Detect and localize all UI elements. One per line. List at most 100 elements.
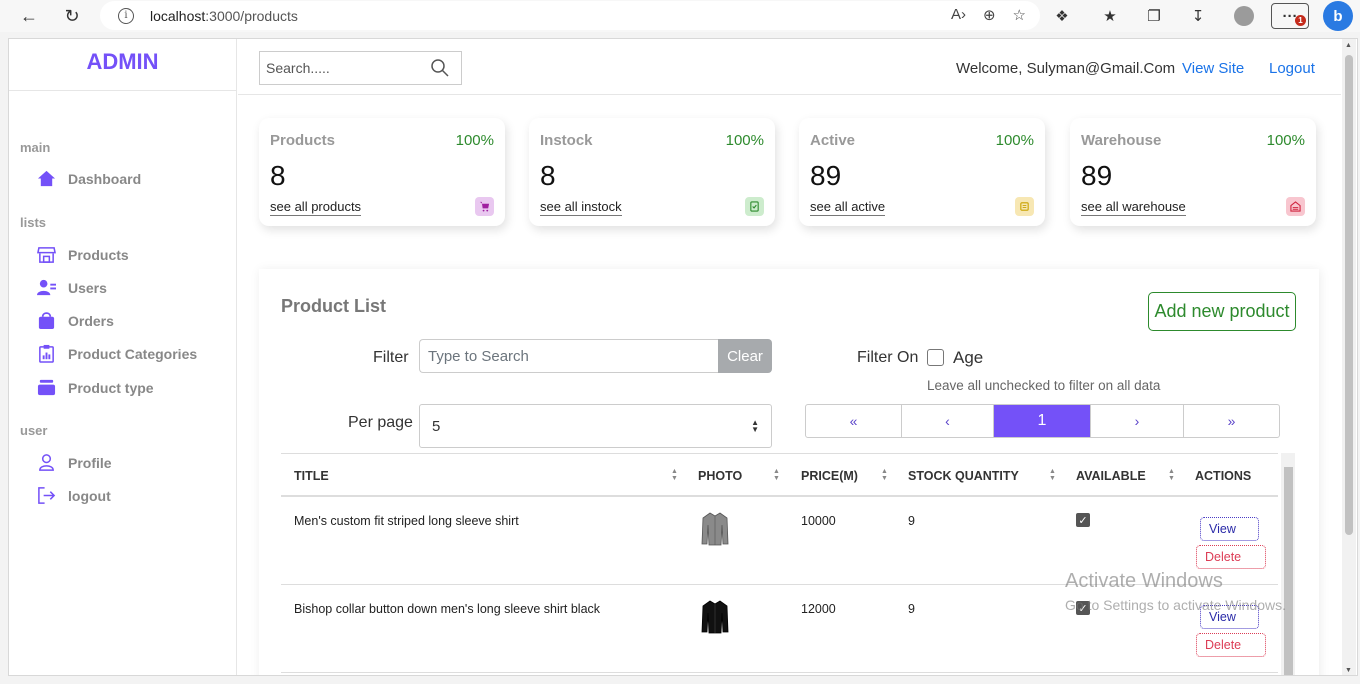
widget-link[interactable]: see all products [270,199,362,216]
sidebar-item-label: Product Categories [68,345,198,362]
sort-icon[interactable]: ▲ ▼ [773,468,780,482]
stock-icon [745,197,764,216]
watermark-line2: Go to Settings to activate Windows. [1065,597,1286,613]
widget-title: Active [810,132,856,149]
search-icon[interactable] [430,58,450,78]
url-path: :3000/products [205,7,298,24]
downloads-icon[interactable]: ↧ [1186,4,1210,28]
widget-warehouse: Warehouse 100% 89 see all warehouse [1070,118,1316,226]
windows-activation-watermark: Activate Windows Go to Settings to activ… [1065,570,1286,613]
page-scrollbar[interactable]: ▲ ▼ [1342,39,1356,675]
col-header-price[interactable]: PRICE(M) [801,469,858,483]
sidebar-item-profile[interactable]: Profile [37,453,112,472]
sidebar-item-label: logout [68,487,111,504]
next-page-button[interactable]: › [1091,405,1184,437]
favorites-icon[interactable]: ★ [1098,4,1122,28]
active-icon [1015,197,1034,216]
back-icon[interactable]: ← [14,1,44,31]
add-new-product-button[interactable]: Add new product [1148,292,1296,331]
store-icon [37,245,56,264]
page-1-button[interactable]: 1 [994,405,1091,437]
col-header-photo[interactable]: PHOTO [698,469,742,483]
extensions-icon[interactable]: ❖ [1050,4,1074,28]
sidebar-item-users[interactable]: Users [37,278,107,297]
col-header-title[interactable]: TITLE [294,469,329,483]
profile-avatar-icon[interactable] [1232,4,1256,28]
sidebar-item-product-categories[interactable]: Product Categories [37,344,197,363]
sidebar-item-dashboard[interactable]: Dashboard [37,169,141,188]
per-page-value: 5 [432,418,441,435]
prev-page-button[interactable]: ‹ [902,405,994,437]
search-box [259,51,462,85]
widget-value: 8 [270,160,286,191]
clear-button[interactable]: Clear [718,339,772,373]
top-navbar: Welcome, Sulyman@Gmail.Com View Site Log… [238,39,1341,95]
warehouse-icon [1286,197,1305,216]
watermark-line1: Activate Windows [1065,570,1223,592]
filter-input[interactable] [419,339,719,373]
info-icon[interactable]: i [118,7,134,24]
cell-price: 12000 [801,602,836,616]
bing-icon[interactable]: b [1323,1,1353,31]
col-header-available[interactable]: AVAILABLE [1076,469,1146,483]
sidebar-item-orders[interactable]: Orders [37,311,114,330]
per-page-select[interactable]: 5 ▲ ▼ [419,404,772,448]
table-scrollbar[interactable] [1281,453,1295,675]
age-checkbox[interactable] [927,349,944,366]
favorite-add-icon[interactable]: ☆ [1013,6,1026,24]
sort-icon[interactable]: ▲ ▼ [1168,468,1175,482]
sidebar-item-label: Orders [68,312,114,329]
sidebar-item-logout[interactable]: logout [37,486,111,505]
select-caret-icon: ▲ ▼ [751,418,759,434]
cell-title: Men's custom fit striped long sleeve shi… [294,514,519,528]
view-site-link[interactable]: View Site [1182,60,1244,77]
last-page-button[interactable]: » [1184,405,1279,437]
sort-icon[interactable]: ▲ ▼ [881,468,888,482]
widget-percent: 100% [725,132,764,149]
product-photo-black-shirt [701,600,729,634]
sort-icon[interactable]: ▲ ▼ [671,468,678,482]
widget-percent: 100% [455,132,494,149]
widget-percent: 100% [995,132,1034,149]
app-logo[interactable]: ADMIN [9,39,236,91]
sidebar-item-label: Dashboard [68,170,142,187]
cell-price: 10000 [801,514,836,528]
widget-active: Active 100% 89 see all active [799,118,1045,226]
filter-label: Filter [373,349,409,366]
delete-button[interactable]: Delete [1196,633,1266,657]
home-icon [37,169,56,188]
collections-icon[interactable]: ❐ [1142,4,1166,28]
chart-clipboard-icon [37,344,56,363]
widget-products: Products 100% 8 see all products [259,118,505,226]
first-page-button[interactable]: « [806,405,902,437]
view-button[interactable]: View [1200,517,1259,541]
widget-title: Warehouse [1081,132,1162,149]
widget-link[interactable]: see all instock [540,199,622,216]
widget-value: 8 [540,160,556,191]
cart-icon [475,197,494,216]
widget-link[interactable]: see all active [810,199,886,216]
logout-link[interactable]: Logout [1269,60,1315,77]
welcome-text: Welcome, Sulyman@Gmail.Com [956,60,1176,77]
zoom-icon[interactable]: ⊕ [983,6,996,24]
widget-link[interactable]: see all warehouse [1081,199,1186,216]
age-label: Age [953,348,984,367]
bag-icon [37,311,56,330]
more-menu-icon[interactable]: ··· 1 [1271,3,1309,29]
cell-title: Bishop collar button down men's long sle… [294,602,601,616]
sidebar-item-products[interactable]: Products [37,245,129,264]
address-bar[interactable]: i localhost:3000/products A› ⊕ ☆ [100,1,1040,30]
pagination: « ‹ 1 › » [805,404,1280,438]
widget-value: 89 [1081,160,1113,191]
sidebar-item-product-type[interactable]: Product type [37,378,154,397]
search-input[interactable] [260,60,430,76]
widget-instock: Instock 100% 8 see all instock [529,118,775,226]
col-header-stock[interactable]: STOCK QUANTITY [908,469,1019,483]
widget-percent: 100% [1266,132,1305,149]
delete-button[interactable]: Delete [1196,545,1266,569]
read-aloud-icon[interactable]: A› [951,6,966,24]
sort-icon[interactable]: ▲ ▼ [1049,468,1056,482]
reload-icon[interactable]: ↻ [57,1,87,31]
section-title-lists: lists [20,215,47,230]
logout-icon [37,486,56,505]
